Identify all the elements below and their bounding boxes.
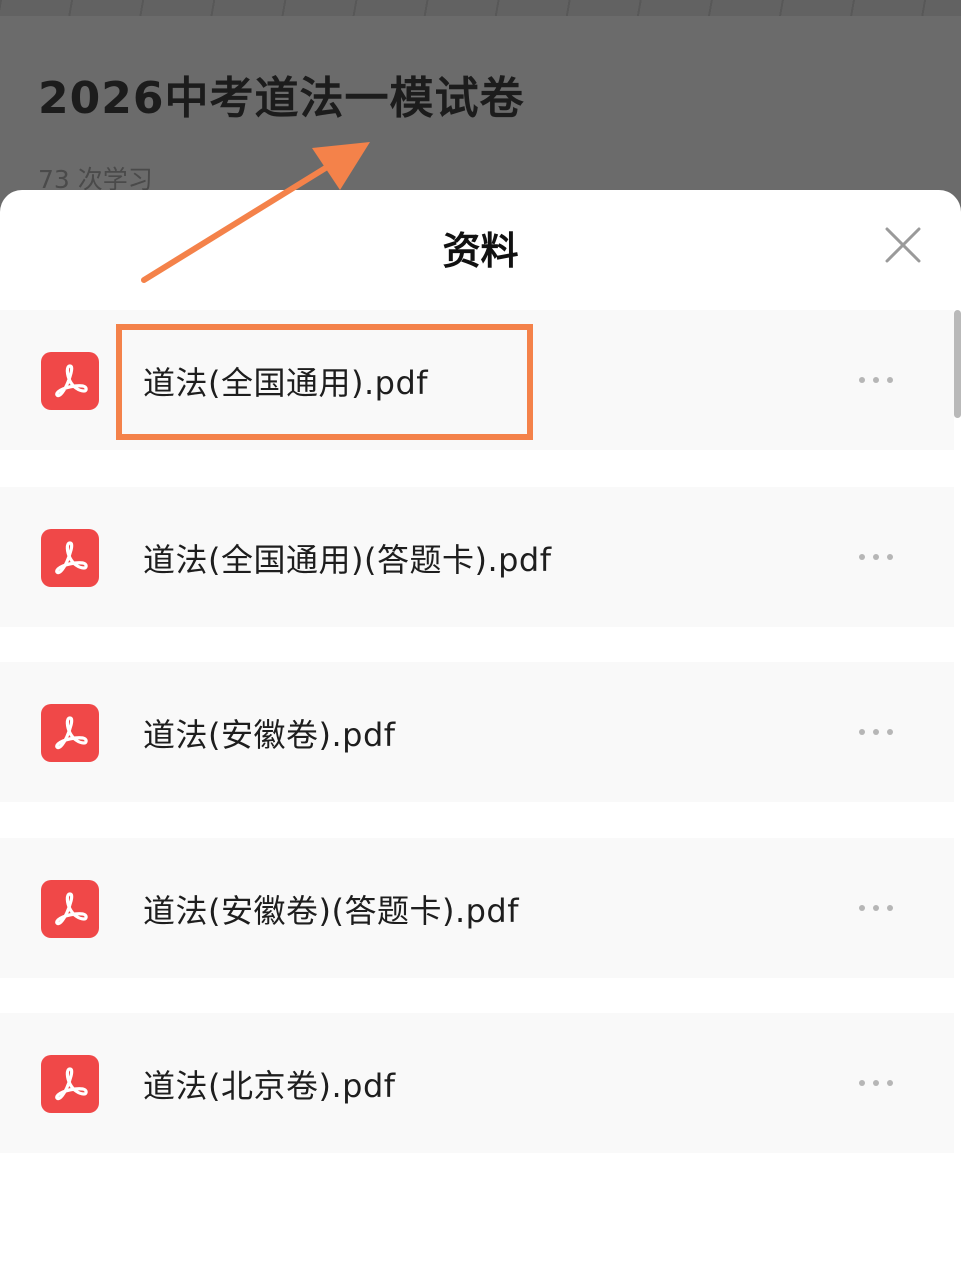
file-row[interactable]: 道法(安徽卷).pdf (0, 662, 954, 802)
more-options-button[interactable] (852, 543, 900, 571)
close-icon (885, 227, 921, 263)
file-row[interactable]: 道法(全国通用)(答题卡).pdf (0, 487, 954, 627)
more-dots-icon (859, 377, 865, 383)
background-header-strip (0, 0, 961, 16)
more-dots-icon (859, 554, 865, 560)
file-row[interactable]: 道法(安徽卷)(答题卡).pdf (0, 838, 954, 978)
sheet-title: 资料 (442, 229, 519, 273)
file-row[interactable]: 道法(北京卷).pdf (0, 1013, 954, 1153)
page-title: 2026中考道法一模试卷 (38, 73, 525, 124)
more-dots-icon (859, 1080, 865, 1086)
file-name: 道法(全国通用)(答题卡).pdf (143, 541, 552, 579)
pdf-icon (41, 880, 99, 938)
more-options-button[interactable] (852, 1069, 900, 1097)
file-name: 道法(北京卷).pdf (143, 1067, 396, 1105)
more-dots-icon (859, 729, 865, 735)
close-button[interactable] (878, 220, 928, 270)
highlight-annotation-box (116, 324, 533, 440)
pdf-icon (41, 1055, 99, 1113)
file-name: 道法(安徽卷).pdf (143, 716, 396, 754)
more-options-button[interactable] (852, 366, 900, 394)
file-name: 道法(安徽卷)(答题卡).pdf (143, 892, 520, 930)
pdf-icon (41, 352, 99, 410)
more-options-button[interactable] (852, 718, 900, 746)
scrollbar[interactable] (954, 310, 961, 418)
more-dots-icon (859, 905, 865, 911)
more-options-button[interactable] (852, 894, 900, 922)
pdf-icon (41, 704, 99, 762)
pdf-icon (41, 529, 99, 587)
